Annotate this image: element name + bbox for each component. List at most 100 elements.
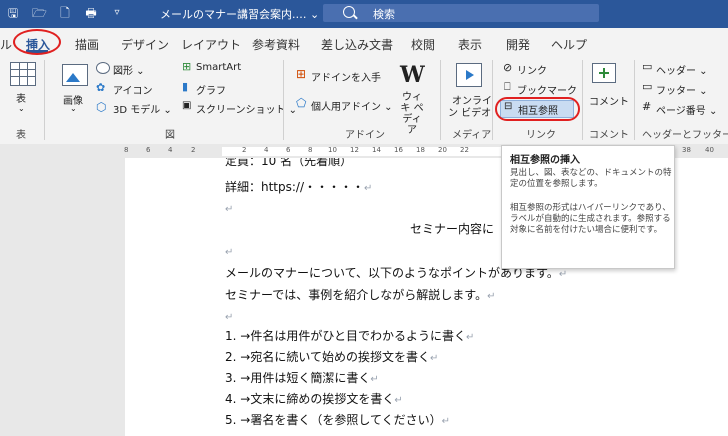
ruler-number: 38 [682, 146, 691, 154]
group-separator [44, 60, 45, 140]
ruler-number: 4 [264, 146, 269, 154]
chart-button[interactable]: グラフ [196, 82, 226, 97]
group-label-links: リンク [526, 130, 556, 141]
get-addins-button[interactable]: アドインを入手 [311, 69, 381, 84]
ruler-number: 6 [146, 146, 151, 154]
table-dropdown-icon[interactable]: ⌄ [18, 104, 25, 113]
tab-view[interactable]: 表示 [458, 36, 482, 53]
group-label-media: メディア [452, 130, 492, 141]
footer-button[interactable]: フッター ⌄ [656, 82, 708, 97]
tab-developer[interactable]: 開発 [506, 36, 530, 53]
tooltip-description: 相互参照の形式はハイパーリンクであり、ラベルが自動的に生成されます。参照する対象… [510, 203, 671, 235]
chart-icon[interactable]: ▮ [182, 80, 188, 93]
list-item: 2. →宛名に続いて始めの挨拶文を書く↵ [225, 350, 439, 364]
list-item: 1. →件名は用件がひと目でわかるように書く↵ [225, 329, 475, 343]
paragraph-mark: ↵ [558, 269, 568, 280]
document-line: 詳細：https://・・・・・↵ [225, 180, 373, 194]
3d-models-icon[interactable]: ⬡ [96, 100, 106, 114]
group-label-addins: アドイン [345, 130, 385, 141]
tab-partial[interactable]: ル [0, 36, 12, 53]
ruler-number: 40 [705, 146, 714, 154]
tab-layout[interactable]: レイアウト [181, 36, 241, 53]
get-addins-icon[interactable]: ⊞ [296, 67, 306, 81]
my-addins-icon[interactable]: ⬠ [296, 96, 306, 110]
tab-help[interactable]: ヘルプ [551, 36, 587, 53]
tooltip-title: 相互参照の挿入 [510, 155, 580, 166]
3d-models-button[interactable]: 3D モデル ⌄ [113, 101, 172, 116]
link-icon[interactable]: ⊘ [503, 61, 512, 74]
quick-print-icon[interactable]: 🖶 [84, 6, 98, 20]
new-comment-icon[interactable] [592, 63, 616, 83]
annotation-circle-insert [13, 29, 61, 55]
icons-icon[interactable]: ✿ [96, 81, 105, 94]
group-label-table: 表 [16, 130, 26, 141]
document-line: 定員：10 名（先着順） [225, 158, 353, 168]
ruler-number: 8 [124, 146, 129, 154]
shapes-icon[interactable] [96, 62, 110, 74]
comment-button[interactable]: コメント [589, 93, 629, 108]
paragraph-mark: ↵ [225, 312, 234, 323]
document-title[interactable]: メールのマナー講習会案内.… ⌄ [160, 6, 319, 22]
online-video-icon[interactable] [456, 63, 482, 87]
my-addins-button[interactable]: 個人用アドイン ⌄ [311, 98, 393, 113]
search-box[interactable]: 検索 [323, 4, 599, 22]
new-document-icon[interactable]: 🗋 [58, 6, 72, 20]
ruler-number: 12 [350, 146, 359, 154]
footer-icon[interactable]: ▭ [642, 80, 652, 93]
header-icon[interactable]: ▭ [642, 60, 652, 73]
screenshot-button[interactable]: スクリーンショット ⌄ [196, 101, 297, 116]
tab-design[interactable]: デザイン [121, 36, 169, 53]
paragraph-mark: ↵ [465, 332, 475, 343]
screenshot-icon[interactable]: ▣ [182, 100, 191, 111]
ruler-number: 14 [372, 146, 381, 154]
group-separator [283, 60, 284, 140]
page-number-button[interactable]: ページ番号 ⌄ [656, 102, 717, 117]
paragraph-mark: ↵ [487, 291, 496, 302]
paragraph-mark: ↵ [441, 416, 450, 427]
list-item: 3. →用件は短く簡潔に書く↵ [225, 371, 379, 385]
ruler-number: 10 [328, 146, 337, 154]
online-video-label-2[interactable]: ン ビデオ [448, 104, 491, 119]
ruler-number: 6 [286, 146, 291, 154]
group-label-illustrations: 図 [165, 130, 175, 141]
images-dropdown-icon[interactable]: ⌄ [70, 104, 77, 113]
open-icon[interactable]: 🗁 [32, 6, 47, 20]
search-icon [343, 6, 355, 18]
header-button[interactable]: ヘッダー ⌄ [656, 62, 708, 77]
tab-mailings[interactable]: 差し込み文書 [321, 36, 393, 53]
page-number-icon[interactable]: # [642, 100, 651, 113]
wikipedia-button[interactable]: ウィキ ペディア [400, 92, 424, 136]
smartart-button[interactable]: SmartArt [196, 62, 241, 73]
cross-reference-tooltip: 相互参照の挿入 見出し、図、表などの、ドキュメントの特定の位置を参照します。 相… [501, 145, 675, 269]
table-button[interactable]: 表 [16, 90, 26, 105]
group-separator [440, 60, 441, 140]
ruler-number: 16 [394, 146, 403, 154]
shapes-button[interactable]: 図形 ⌄ [113, 62, 145, 77]
link-button[interactable]: リンク [517, 62, 547, 77]
bookmark-button[interactable]: ブックマーク [517, 82, 577, 97]
annotation-circle-cross-reference [495, 97, 580, 121]
group-label-comment: コメント [589, 130, 629, 141]
tab-references[interactable]: 参考資料 [252, 36, 300, 53]
wikipedia-icon[interactable]: W [400, 62, 425, 88]
paragraph-mark: ↵ [370, 374, 379, 385]
paragraph-mark: ↵ [394, 395, 403, 406]
document-line: ↵ [225, 309, 233, 323]
customize-qat-icon[interactable]: ▿ [110, 6, 124, 20]
smartart-icon[interactable]: ⊞ [182, 60, 191, 73]
tab-draw[interactable]: 描画 [75, 36, 99, 53]
bookmark-icon[interactable]: ⎕ [504, 80, 511, 94]
ruler-number: 18 [416, 146, 425, 154]
images-icon[interactable] [62, 64, 88, 86]
paragraph-mark: ↵ [225, 247, 234, 258]
icons-button[interactable]: アイコン [113, 82, 153, 97]
group-separator [582, 60, 583, 140]
document-line: セミナーでは、事例を紹介しながら解説します。↵ [225, 288, 496, 302]
tab-review[interactable]: 校閲 [411, 36, 435, 53]
table-icon[interactable] [10, 62, 36, 86]
ruler-number: 2 [242, 146, 247, 154]
group-separator [492, 60, 493, 140]
paragraph-mark: ↵ [225, 204, 234, 215]
save-icon[interactable]: 🖫 [6, 6, 20, 20]
list-item: 5. →署名を書く（を参照してください）↵ [225, 413, 450, 427]
